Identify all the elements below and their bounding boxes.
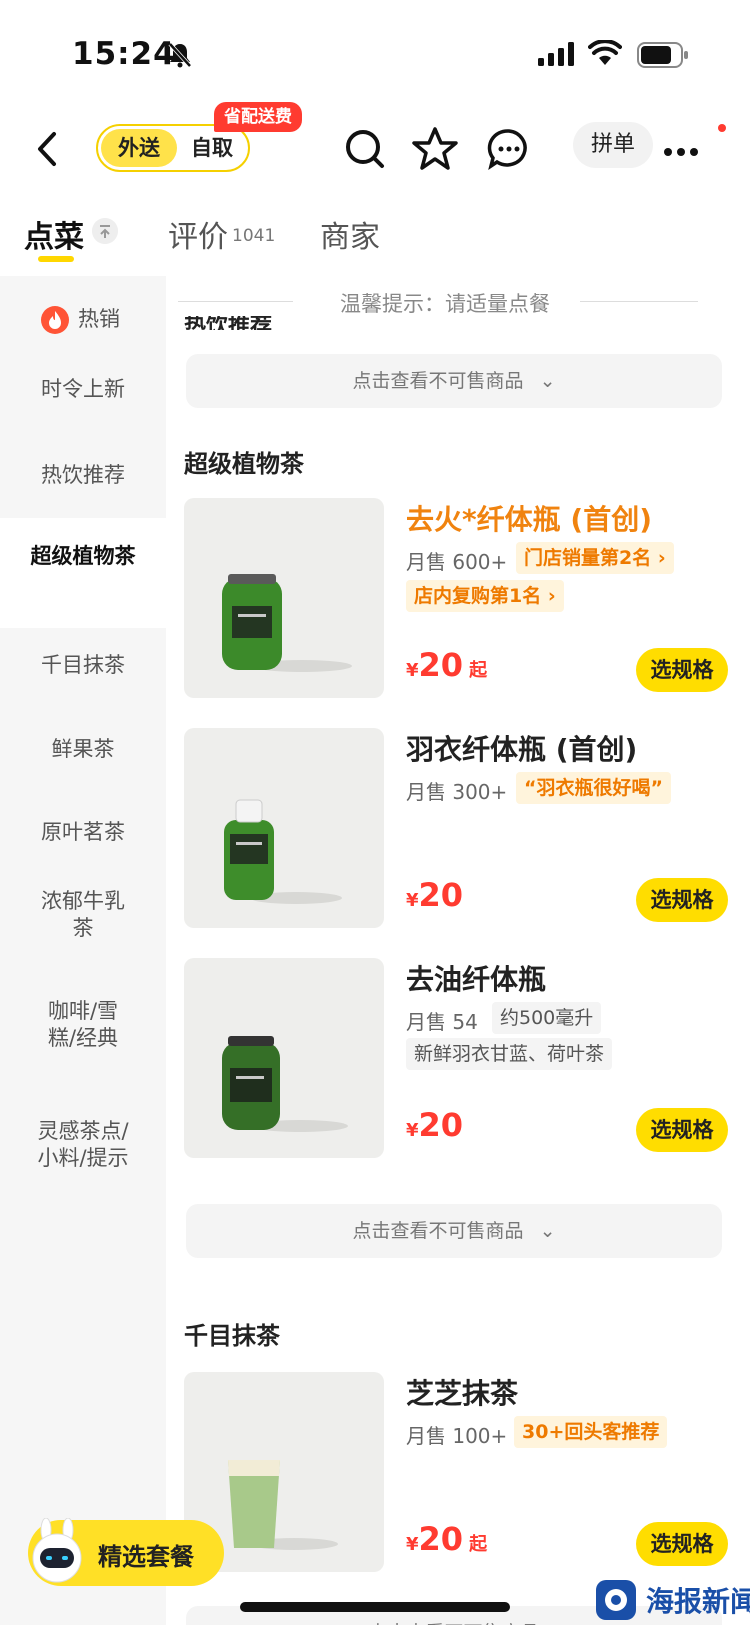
status-time: 15:24 — [72, 36, 176, 72]
search-icon[interactable] — [340, 124, 390, 174]
price-value: 20 — [418, 646, 464, 684]
review-tag: “羽衣瓶很好喝” — [516, 772, 671, 804]
price-value: 20 — [418, 876, 464, 914]
rank-tag[interactable]: 门店销量第2名 › — [516, 542, 674, 574]
view-unavailable-button[interactable]: 点击查看不可售商品 ⌄ — [186, 354, 722, 408]
unavailable-label: 点击查看不可售商品 — [352, 1220, 524, 1242]
chevron-down-icon: ⌄ — [539, 1220, 556, 1242]
section-title: 超级植物茶 — [184, 450, 304, 478]
price-value: 20 — [418, 1520, 464, 1558]
sidebar-item-snacks[interactable]: 灵感茶点/小料/提示 — [0, 1118, 166, 1172]
sidebar-item-seasonal[interactable]: 时令上新 — [0, 376, 166, 403]
product-card[interactable]: 芝芝抹茶 月售 100+ 30+回头客推荐 ¥20 起 选规格 — [184, 1372, 732, 1572]
sidebar-item-leaf-tea[interactable]: 原叶茗茶 — [0, 819, 166, 846]
watermark-text: 海报新闻 — [646, 1585, 750, 1618]
bell-off-icon — [168, 42, 192, 68]
back-icon[interactable] — [30, 124, 64, 174]
view-unavailable-button[interactable]: 点击查看不可售商品 ⌄ — [186, 1204, 722, 1258]
promo-badge: 省配送费 — [214, 102, 302, 132]
price-currency: ¥ — [406, 1120, 419, 1141]
chat-icon[interactable] — [484, 124, 534, 174]
product-price: ¥20 起 — [406, 1520, 487, 1558]
price-value: 20 — [418, 1106, 464, 1144]
sidebar-item-hot[interactable]: 热销 — [0, 290, 166, 350]
product-image — [184, 498, 384, 698]
tab-bar: 点菜 评价 1041 商家 — [0, 200, 750, 270]
price-suffix: 起 — [469, 660, 488, 681]
section-title-partial: 热饮推荐 — [184, 316, 273, 330]
product-price: ¥20 起 — [406, 646, 487, 684]
sidebar-item-hot-drinks[interactable]: 热饮推荐 — [0, 462, 166, 489]
volume-tag: 约500毫升 — [492, 1002, 602, 1034]
collapse-icon[interactable] — [92, 218, 118, 244]
product-sales: 月售 600+ — [406, 550, 508, 574]
tab-active-indicator — [38, 256, 74, 262]
select-spec-button[interactable]: 选规格 — [636, 1108, 728, 1152]
reviews-count: 1041 — [232, 226, 276, 246]
select-spec-button[interactable]: 选规格 — [636, 1522, 728, 1566]
mode-pickup-option[interactable]: 自取 — [182, 129, 242, 167]
price-currency: ¥ — [406, 1534, 419, 1555]
home-indicator[interactable] — [240, 1602, 510, 1612]
menu-content: 温馨提示：请适量点餐 热饮推荐 点击查看不可售商品 ⌄ 超级植物茶 去火*纤体瓶… — [166, 276, 750, 1625]
tab-merchant[interactable]: 商家 — [320, 212, 380, 256]
select-spec-button[interactable]: 选规格 — [636, 648, 728, 692]
repeat-customer-tag: 30+回头客推荐 — [514, 1416, 668, 1448]
sidebar-item-milk-tea[interactable]: 浓郁牛乳茶 — [0, 888, 166, 942]
sidebar-item-coffee[interactable]: 咖啡/雪糕/经典 — [0, 998, 166, 1052]
product-sales: 月售 54 — [406, 1010, 478, 1034]
product-name: 去火*纤体瓶 (首创) — [406, 503, 652, 536]
wifi-icon — [588, 40, 622, 65]
sidebar-item-matcha[interactable]: 千目抹茶 — [0, 652, 166, 679]
sidebar-item-fruit-tea[interactable]: 鲜果茶 — [0, 736, 166, 763]
ingredient-tag: 新鲜羽衣甘蓝、荷叶茶 — [406, 1038, 613, 1070]
product-image — [184, 958, 384, 1158]
product-image — [184, 728, 384, 928]
select-spec-button[interactable]: 选规格 — [636, 878, 728, 922]
robot-mascot-icon — [32, 1518, 82, 1583]
product-sales: 月售 100+ — [406, 1424, 508, 1448]
product-name: 芝芝抹茶 — [406, 1377, 519, 1410]
rank-tag[interactable]: 店内复购第1名 › — [406, 580, 564, 612]
battery-icon — [637, 42, 688, 68]
watermark: 海报新闻 — [594, 1578, 750, 1625]
combo-meal-button[interactable]: 精选套餐 — [28, 1518, 224, 1586]
price-currency: ¥ — [406, 660, 419, 681]
price-currency: ¥ — [406, 890, 419, 911]
product-sales: 月售 300+ — [406, 780, 508, 804]
product-name: 羽衣纤体瓶 (首创) — [406, 733, 638, 766]
product-card[interactable]: 去火*纤体瓶 (首创) 月售 600+ 门店销量第2名 › 店内复购第1名 › … — [184, 498, 732, 698]
signal-icon — [538, 42, 574, 66]
tab-reviews[interactable]: 评价 — [168, 212, 228, 256]
mode-delivery-option[interactable]: 外送 — [101, 129, 177, 167]
flame-icon — [41, 306, 69, 334]
chevron-down-icon: ⌄ — [539, 370, 556, 392]
notification-dot — [718, 124, 726, 132]
sidebar-item-plant-tea[interactable]: 超级植物茶 — [0, 518, 166, 628]
star-icon[interactable] — [410, 124, 460, 174]
section-title: 千目抹茶 — [184, 1322, 280, 1350]
combo-meal-label: 精选套餐 — [98, 1543, 194, 1571]
more-icon[interactable] — [656, 124, 706, 174]
status-bar: 15:24 — [0, 0, 750, 100]
group-order-button[interactable]: 拼单 — [573, 122, 653, 168]
product-price: ¥20 — [406, 876, 463, 914]
watermark-logo — [596, 1580, 636, 1620]
nav-bar: 外送 自取 拼单 — [0, 110, 750, 190]
unavailable-label: 点击查看不可售商品 — [352, 370, 524, 392]
sidebar-item-label: 热销 — [78, 307, 120, 331]
tip-text: 温馨提示：请适量点餐 — [340, 292, 550, 316]
price-suffix: 起 — [469, 1534, 488, 1555]
product-price: ¥20 — [406, 1106, 463, 1144]
product-card[interactable]: 去油纤体瓶 月售 54 约500毫升 新鲜羽衣甘蓝、荷叶茶 ¥20 选规格 — [184, 958, 732, 1158]
category-sidebar: 热销 时令上新 热饮推荐 超级植物茶 千目抹茶 鲜果茶 原叶茗茶 浓郁牛乳茶 咖… — [0, 276, 166, 1625]
divider — [178, 301, 293, 302]
product-name: 去油纤体瓶 — [406, 963, 547, 996]
product-card[interactable]: 羽衣纤体瓶 (首创) 月售 300+ “羽衣瓶很好喝” ¥20 选规格 — [184, 728, 732, 928]
tab-menu[interactable]: 点菜 — [24, 212, 84, 256]
divider — [580, 301, 698, 302]
